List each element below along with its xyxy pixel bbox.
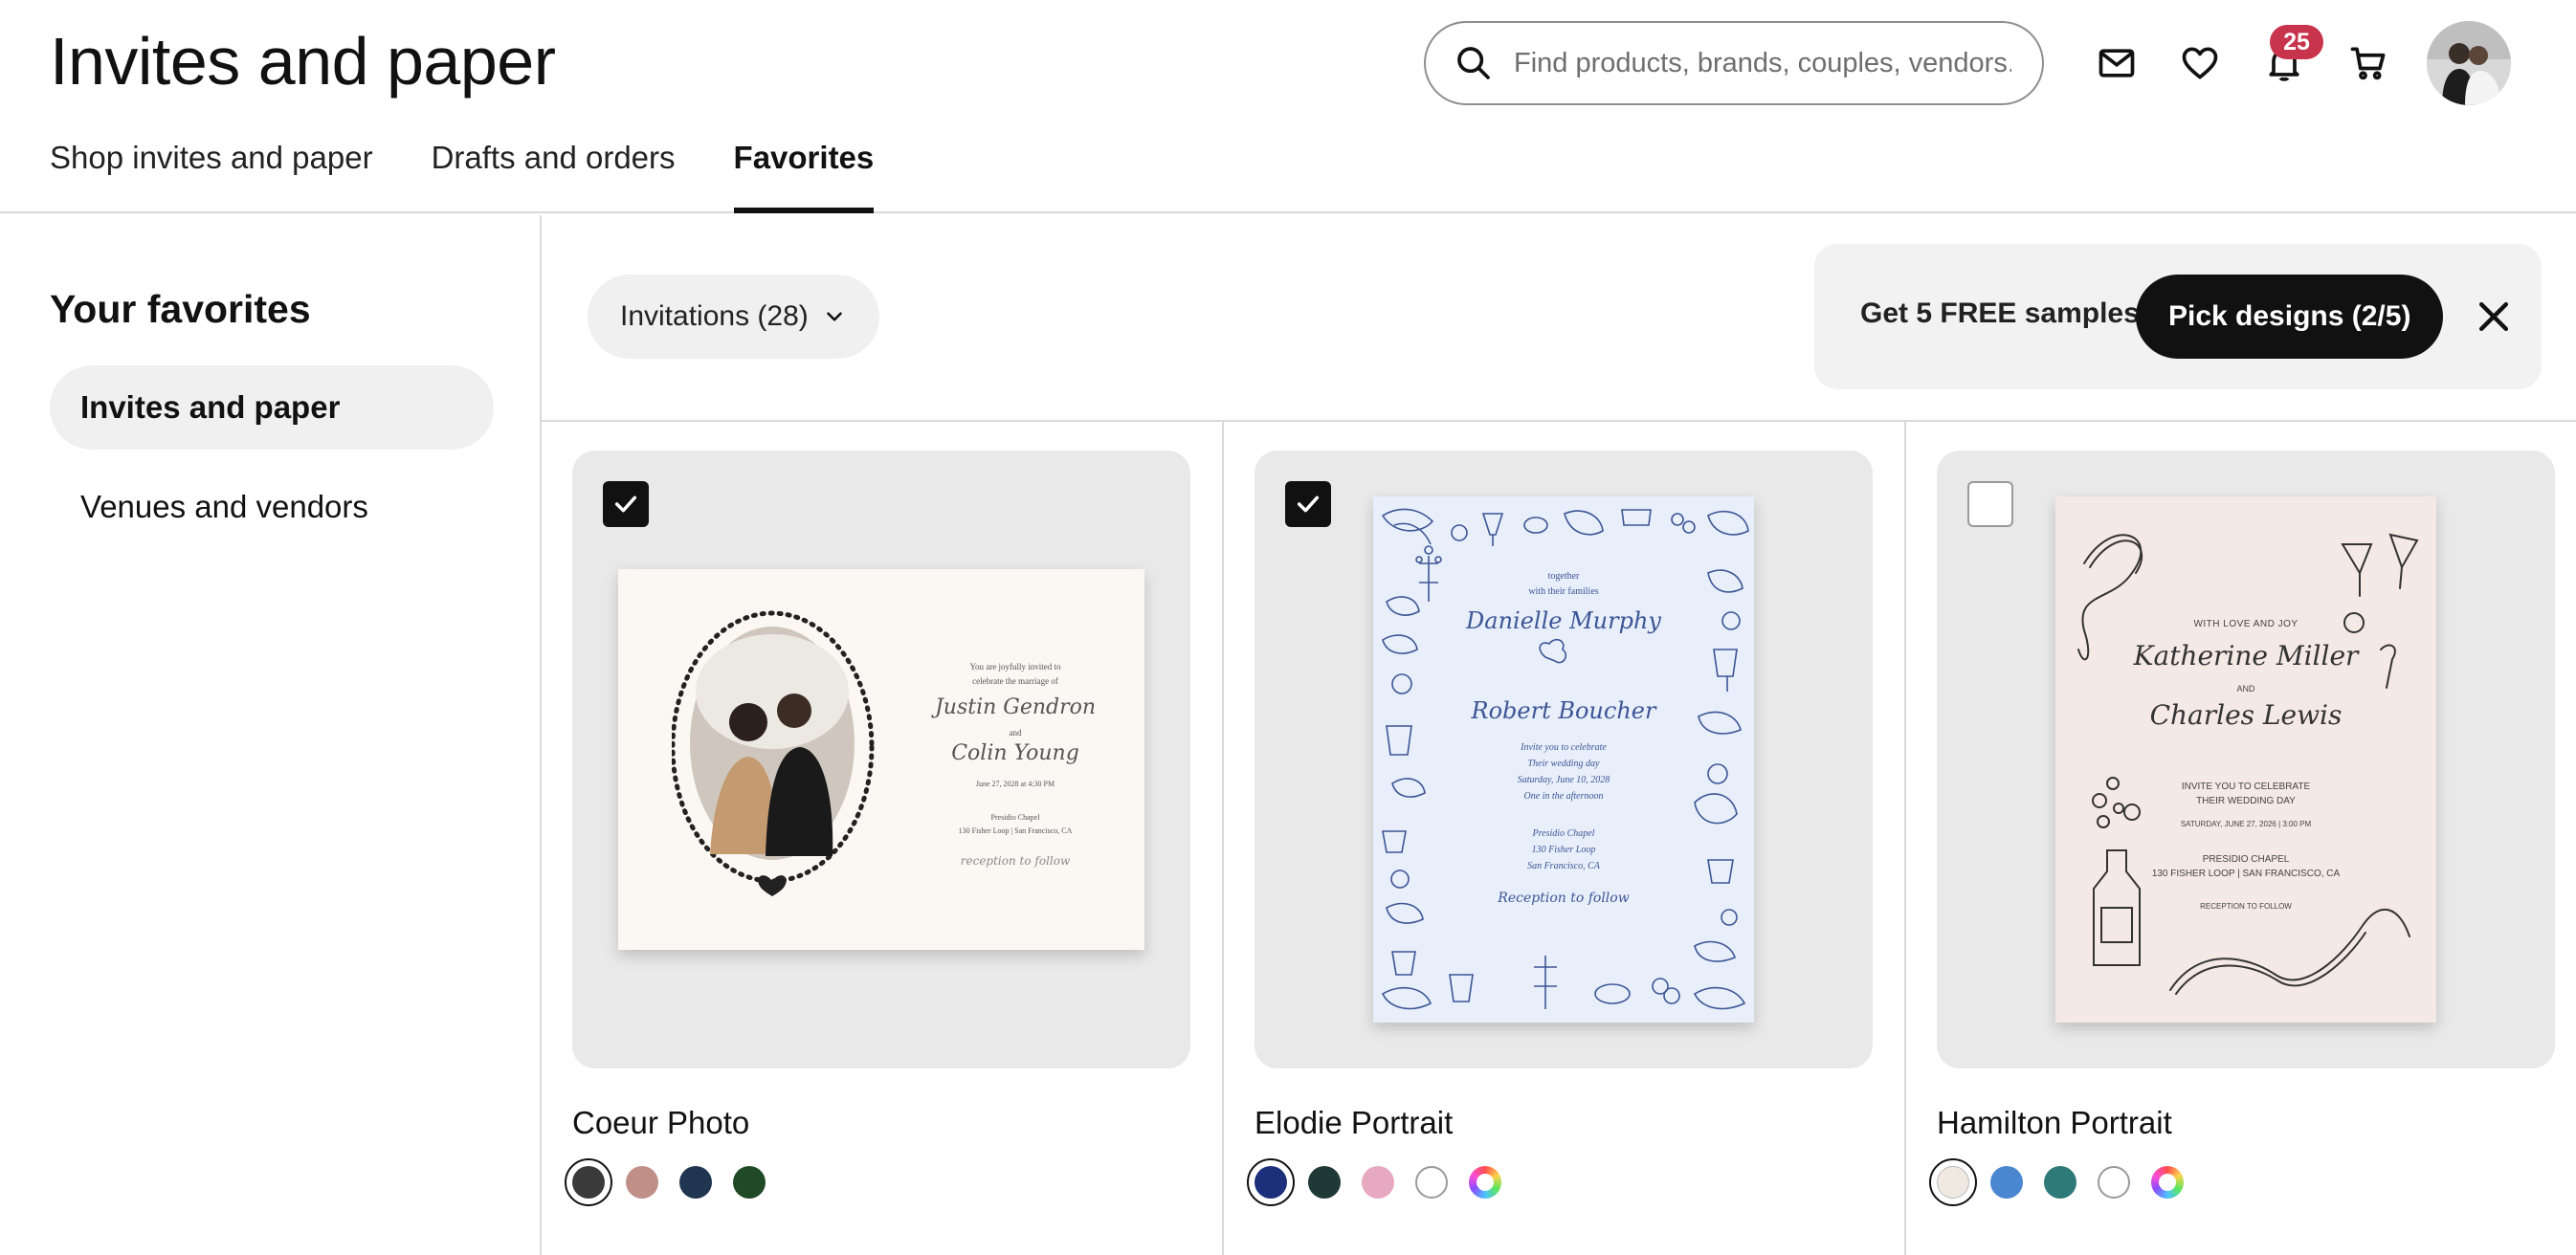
color-swatch[interactable] [679, 1166, 712, 1199]
color-swatch[interactable] [1929, 1158, 1977, 1206]
invite-text: reception to follow [960, 854, 1071, 868]
check-icon [614, 495, 637, 513]
search-icon [1457, 47, 1490, 79]
select-checkbox[interactable] [1285, 481, 1331, 527]
invite-text: One in the afternoon [1523, 791, 1604, 802]
tab-drafts-orders[interactable]: Drafts and orders [432, 140, 676, 213]
select-checkbox[interactable] [1967, 481, 2013, 527]
invite-text: SATURDAY, JUNE 27, 2026 | 3:00 PM [2180, 820, 2312, 828]
color-swatch[interactable] [1247, 1158, 1295, 1206]
product-name[interactable]: Hamilton Portrait [1937, 1105, 2555, 1145]
color-swatch-multicolor[interactable] [1469, 1166, 1501, 1199]
heart-icon[interactable] [2179, 42, 2221, 84]
invite-text: You are joyfully invited to [969, 662, 1061, 672]
product-image[interactable]: You are joyfully invited to celebrate th… [572, 451, 1190, 1068]
invite-name: Colin Young [951, 741, 1079, 765]
pick-designs-button[interactable]: Pick designs (2/5) [2136, 275, 2444, 359]
product-image[interactable]: WITH LOVE AND JOY Katherine Miller AND C… [1937, 451, 2555, 1068]
invite-text: Invite you to celebrate [1521, 742, 1607, 753]
notification-badge: 25 [2270, 25, 2323, 59]
color-swatch[interactable] [2044, 1166, 2076, 1199]
invite-text: and [1009, 728, 1022, 738]
invite-text: San Francisco, CA [1527, 861, 1600, 871]
invite-text: THEIR WEDDING DAY [2196, 796, 2296, 806]
mail-icon[interactable] [2096, 42, 2138, 84]
invite-text: RECEPTION TO FOLLOW [2200, 902, 2292, 911]
color-swatch[interactable] [1308, 1166, 1341, 1199]
column-divider [1904, 422, 1906, 1255]
color-swatch-multicolor[interactable] [2151, 1166, 2184, 1199]
search-input[interactable] [1514, 47, 2011, 79]
color-swatch[interactable] [2098, 1166, 2130, 1199]
invitation-preview: together with their families Danielle Mu… [1373, 496, 1754, 1023]
chevron-down-icon [826, 312, 842, 321]
invite-text: WITH LOVE AND JOY [2193, 619, 2298, 629]
sidebar: Your favorites Invites and paper Venues … [0, 215, 542, 1255]
sidebar-item-venues[interactable]: Venues and vendors [50, 465, 494, 549]
product-card-elodie-portrait: together with their families Danielle Mu… [1247, 451, 1873, 1206]
tab-bar: Shop invites and paper Drafts and orders… [50, 140, 932, 213]
sidebar-item-invites[interactable]: Invites and paper [50, 365, 494, 450]
color-swatch[interactable] [733, 1166, 766, 1199]
invite-text: 130 Fisher Loop | San Francisco, CA [958, 826, 1073, 835]
invite-text: Presidio Chapel [990, 813, 1040, 822]
invite-text: with their families [1528, 586, 1599, 597]
color-swatch[interactable] [1362, 1166, 1394, 1199]
illustrated-border [2077, 533, 2419, 995]
check-icon [1297, 495, 1320, 513]
category-filter-dropdown[interactable]: Invitations (28) [588, 275, 879, 359]
tab-shop-invites[interactable]: Shop invites and paper [50, 140, 373, 213]
invite-text: Presidio Chapel [1532, 828, 1595, 839]
product-card-coeur-photo: You are joyfully invited to celebrate th… [565, 451, 1190, 1206]
product-card-hamilton-portrait: WITH LOVE AND JOY Katherine Miller AND C… [1929, 451, 2555, 1206]
invite-text: AND [2236, 684, 2255, 694]
sidebar-heading: Your favorites [50, 287, 311, 331]
filter-label: Invitations (28) [620, 300, 809, 332]
product-image[interactable]: together with their families Danielle Mu… [1255, 451, 1873, 1068]
invite-text: INVITE YOU TO CELEBRATE [2181, 782, 2311, 792]
invite-text: celebrate the marriage of [972, 676, 1058, 686]
color-swatch[interactable] [565, 1158, 612, 1206]
main-toolbar: Invitations (28) Get 5 FREE samples Pick… [542, 215, 2576, 422]
cart-icon[interactable] [2347, 42, 2389, 84]
select-checkbox[interactable] [603, 481, 649, 527]
invite-text: Saturday, June 10, 2028 [1517, 775, 1610, 785]
invite-text: 130 Fisher Loop [1531, 845, 1596, 855]
free-samples-banner: Get 5 FREE samples Pick designs (2/5) [1814, 244, 2542, 389]
invite-name: Charles Lewis [2149, 699, 2343, 731]
invitation-preview: You are joyfully invited to celebrate th… [618, 569, 1144, 950]
color-swatch[interactable] [626, 1166, 658, 1199]
close-icon[interactable] [2473, 296, 2515, 338]
product-name[interactable]: Elodie Portrait [1255, 1105, 1873, 1145]
product-name[interactable]: Coeur Photo [572, 1105, 1190, 1145]
invite-text: June 27, 2028 at 4:30 PM [975, 780, 1055, 788]
samples-text: Get 5 FREE samples [1860, 297, 2140, 329]
invite-text: PRESIDIO CHAPEL [2202, 854, 2290, 865]
page-title: Invites and paper [50, 24, 556, 99]
invite-text: together [1547, 571, 1580, 582]
invite-text: Reception to follow [1498, 891, 1630, 906]
invite-text: 130 FISHER LOOP | SAN FRANCISCO, CA [2151, 869, 2341, 879]
photo-frame [672, 610, 875, 896]
color-swatch[interactable] [1415, 1166, 1448, 1199]
tab-favorites[interactable]: Favorites [733, 140, 874, 213]
top-header: Invites and paper Shop invites and paper… [0, 0, 2576, 213]
color-swatches [1929, 1158, 2555, 1206]
search-bar[interactable] [1424, 21, 2044, 105]
invite-name: Robert Boucher [1471, 697, 1656, 724]
color-swatches [1247, 1158, 1873, 1206]
color-swatches [565, 1158, 1190, 1206]
invite-name: Katherine Miller [2133, 640, 2359, 672]
invite-name: Justin Gendron [934, 695, 1097, 719]
avatar[interactable] [2427, 21, 2511, 105]
invite-text: Their wedding day [1527, 759, 1600, 769]
column-divider [1222, 422, 1224, 1255]
invite-name: Danielle Murphy [1466, 607, 1661, 634]
color-swatch[interactable] [1990, 1166, 2023, 1199]
invitation-preview: WITH LOVE AND JOY Katherine Miller AND C… [2055, 496, 2436, 1023]
